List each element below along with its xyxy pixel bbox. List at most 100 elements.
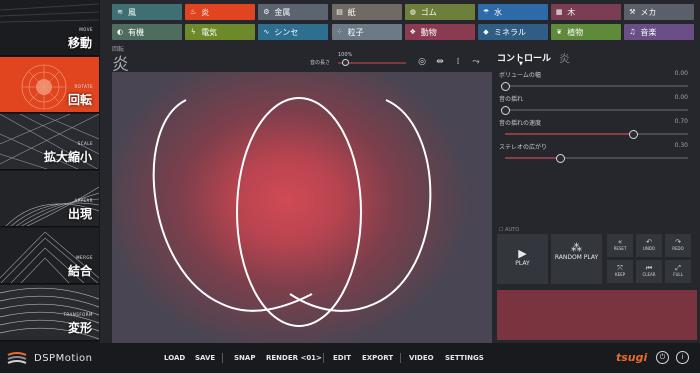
category-synth[interactable]: ∿ シンセ [258,24,329,40]
wind-icon: ≋ [117,8,123,16]
motion-path-drawing [152,97,432,327]
button-label: KEEP [614,272,626,277]
menu-settings[interactable]: SETTINGS [445,354,484,362]
mode-jp-label: 結合 [67,264,92,278]
category-mecha[interactable]: ⚒ メカ [624,4,695,20]
category-plant[interactable]: ❦ 植物 [551,24,622,40]
param-slider-track[interactable] [505,85,688,87]
category-label: 粒子 [347,27,364,37]
power-icon[interactable]: ⏻ [656,351,669,364]
param-label: ステレオの広がり [499,144,548,151]
redo-icon: ↷ [675,238,681,246]
button-label: RESET [613,246,627,251]
mode-jp-label: 拡大縮小 [43,150,92,164]
motion-canvas[interactable] [112,72,492,344]
control-category-label: 炎 [559,52,570,65]
category-label: ミネラル [494,27,526,37]
menu-render[interactable]: RENDER <01> [266,354,322,362]
mode-rotate[interactable]: ROTATE 回転 [0,57,99,113]
param-slider-knob[interactable] [555,154,565,163]
control-tab[interactable]: コントロール [497,51,551,64]
param-slider-fill [505,157,560,159]
menu-video[interactable]: VIDEO [409,354,434,362]
mode-en-label: TRANSFORM [63,312,93,317]
category-particle[interactable]: ⁘ 粒子 [331,24,402,40]
full-icon: ⤢ [675,264,681,272]
clear-button[interactable]: ⏮ CLEAR [636,260,662,283]
mecha-icon: ⚒ [629,8,636,16]
mode-jp-label: 変形 [67,321,92,335]
length-label: 音の長さ [310,60,331,66]
param-slider-knob[interactable] [501,82,510,91]
play-label: PLAY [515,260,530,267]
param-slider-track[interactable] [505,157,688,159]
param-slider-knob[interactable] [501,106,510,115]
mode-move[interactable]: MOVE 移動 [0,0,99,56]
flip-horizontal-icon[interactable]: ⇹ [434,56,446,68]
param-slider-knob[interactable] [629,130,639,139]
category-label: ゴム [420,7,437,17]
loop-icon[interactable]: ◎ [416,56,428,68]
category-water[interactable]: ☂ 水 [478,4,548,20]
mode-jp-label: 回転 [67,93,92,107]
full-button[interactable]: ⤢ FULL [665,260,691,283]
water-icon: ☂ [482,8,490,16]
mode-en-label: MOVE [79,27,93,32]
category-label: シンセ [274,27,299,37]
category-electric[interactable]: ϟ 電気 [185,24,256,40]
menu-snap[interactable]: SNAP [234,354,255,362]
menu-export[interactable]: EXPORT [362,354,393,362]
menu-separator [222,353,223,363]
menu-edit[interactable]: EDIT [333,354,351,362]
redo-button[interactable]: ↷ REDO [665,234,691,257]
tsugi-logo[interactable]: tsugi [616,351,647,364]
category-label: 水 [494,7,502,17]
wood-icon: ▦ [555,8,563,16]
mode-jp-label: 移動 [67,36,92,50]
mode-transform[interactable]: TRANSFORM 変形 [0,285,99,341]
rubber-icon: ◍ [409,8,416,16]
mode-en-label: MERGE [76,255,93,260]
category-wood[interactable]: ▦ 木 [551,4,622,20]
mode-appear[interactable]: APPEAR 出現 [0,171,99,227]
category-music[interactable]: ♫ 音楽 [624,24,695,40]
category-label: 紙 [347,7,356,17]
category-label: 木 [567,7,576,17]
mode-en-label: APPEAR [74,198,93,203]
category-organic[interactable]: ◐ 有機 [112,24,182,40]
metal-icon: ⚙ [263,8,270,16]
plant-icon: ❦ [556,28,563,36]
undo-button[interactable]: ↶ UNDO [636,234,662,257]
split-icon[interactable]: ⁞ [452,56,464,68]
category-flame[interactable]: ♨ 炎 [185,4,256,20]
menu-load[interactable]: LOAD [164,354,185,362]
play-button[interactable]: ▶ PLAY [497,234,548,284]
mode-sidebar: MOVE 移動 ROTATE 回転 SCALE 拡大縮小 APPEAR 出現 M… [0,0,100,343]
length-slider-knob[interactable] [341,59,349,66]
reset-button[interactable]: «RESET [607,234,633,257]
category-label: 有機 [128,27,144,37]
category-metal[interactable]: ⚙ 金属 [258,4,329,20]
category-mineral[interactable]: ◆ ミネラル [478,24,548,40]
animal-icon: ❖ [409,28,416,36]
auto-checkbox[interactable]: ☐ AUTO [499,227,519,233]
route-icon[interactable]: ⤳ [470,56,482,68]
button-label: CLEAR [642,272,656,277]
param-slider-track[interactable] [505,133,688,135]
category-rubber[interactable]: ◍ ゴム [404,4,475,20]
param-label: ボリュームの幅 [499,72,541,79]
synth-icon: ∿ [263,28,270,36]
menu-save[interactable]: SAVE [195,354,215,362]
random-play-button[interactable]: ⁂ RANDOM PLAY [551,234,602,284]
mode-en-label: ROTATE [74,84,93,89]
mode-scale[interactable]: SCALE 拡大縮小 [0,114,99,170]
keep-button[interactable]: ⤧ KEEP [607,260,633,283]
info-icon[interactable]: i [676,351,689,364]
param-slider-track[interactable] [505,109,688,111]
category-label: 炎 [201,7,210,17]
category-animal[interactable]: ❖ 動物 [404,24,475,40]
electric-icon: ϟ [190,28,196,36]
category-paper[interactable]: ▤ 紙 [331,4,402,20]
mode-merge[interactable]: MERGE 結合 [0,228,99,284]
category-wind[interactable]: ≋ 風 [112,4,182,20]
